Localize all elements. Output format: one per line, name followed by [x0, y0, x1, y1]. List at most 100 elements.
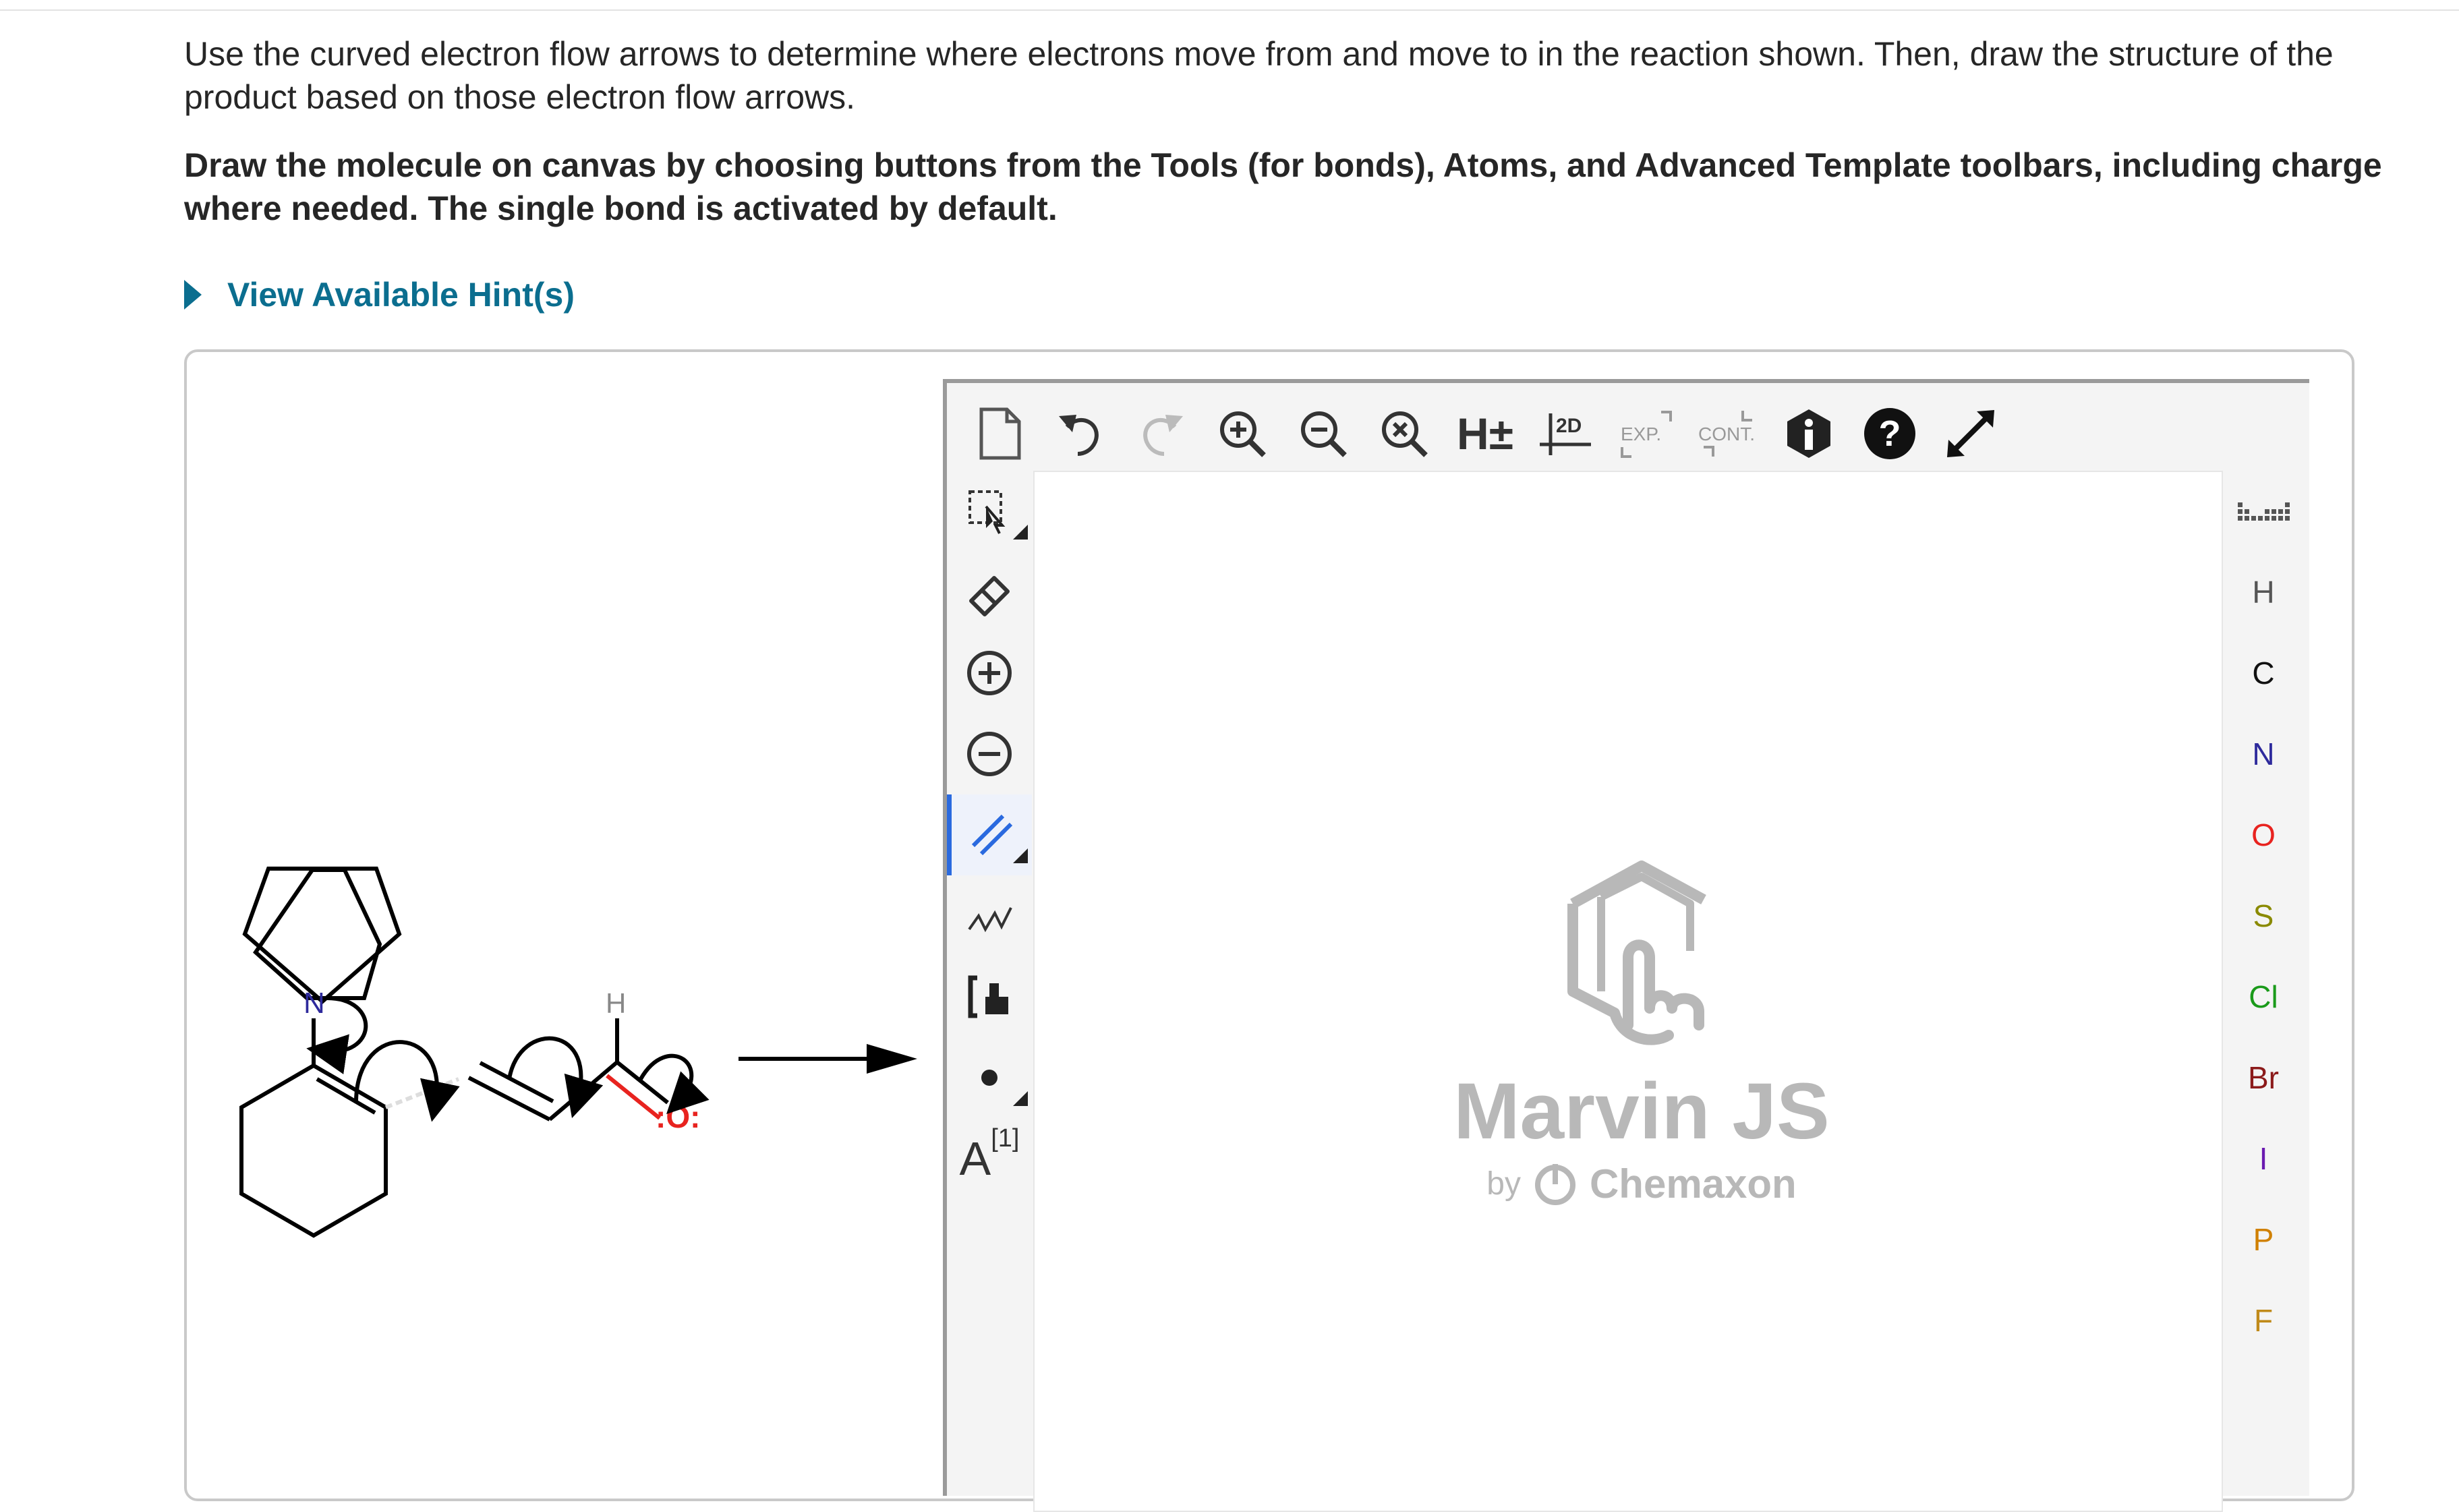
- new-document-icon: [979, 407, 1021, 460]
- minus-charge-icon: [967, 732, 1012, 776]
- atom-button-c[interactable]: C: [2223, 633, 2304, 714]
- zoom-in-button[interactable]: [1202, 397, 1283, 471]
- atom-label-f: F: [2253, 1303, 2274, 1338]
- svg-text:CONT.: CONT.: [1698, 424, 1755, 444]
- drawing-canvas[interactable]: Marvin JS by Chemaxon: [1033, 471, 2223, 1512]
- alkene-bond-1: [467, 1076, 551, 1122]
- help-button[interactable]: ?: [1849, 397, 1930, 471]
- clean-2d-icon: 2D: [1540, 413, 1591, 455]
- redo-icon: [1143, 415, 1183, 456]
- chain-tool-button[interactable]: [947, 875, 1032, 956]
- expand-triangle-icon: [184, 280, 202, 310]
- view-hints-toggle[interactable]: View Available Hint(s): [184, 271, 575, 318]
- chemaxon-byline: by Chemaxon: [1433, 1160, 1851, 1207]
- atom-label-p: P: [2253, 1222, 2274, 1257]
- alkene-bond-2: [479, 1061, 554, 1103]
- marvin-title: Marvin JS: [1453, 1067, 1830, 1156]
- zoom-reset-icon: [1382, 411, 1428, 457]
- atom-label-i: I: [2259, 1141, 2268, 1176]
- hydrogen-label: H: [606, 987, 626, 1019]
- chemaxon-logo-icon: [1534, 1164, 1575, 1205]
- atom-button-f[interactable]: F: [2223, 1280, 2304, 1361]
- redo-button[interactable]: [1121, 397, 1202, 471]
- svg-text:EXP.: EXP.: [1621, 424, 1661, 444]
- undo-button[interactable]: [1040, 397, 1121, 471]
- oxygen-label: :O:: [656, 1099, 700, 1134]
- submenu-indicator-icon: [1013, 848, 1028, 863]
- atom-map-letter: A: [959, 1132, 991, 1185]
- view-hints-link: View Available Hint(s): [227, 276, 575, 314]
- atom-label-h: H: [2252, 575, 2275, 610]
- atom-button-h[interactable]: H: [2223, 552, 2304, 633]
- positive-charge-button[interactable]: [947, 633, 1032, 714]
- cyclohexene-ring: [239, 1063, 388, 1238]
- atom-button-p[interactable]: P: [2223, 1199, 2304, 1280]
- expand-group-icon: EXP.: [1621, 411, 1672, 458]
- plus-charge-icon: [967, 651, 1012, 695]
- chemaxon-label: Chemaxon: [1589, 1161, 1797, 1206]
- submenu-indicator-icon: [1013, 525, 1028, 540]
- question-instructions: Use the curved electron flow arrows to d…: [184, 35, 2334, 116]
- selection-icon: [968, 490, 1006, 534]
- bracket-icon: [968, 975, 1008, 1018]
- clean-2d-button[interactable]: 2D: [1526, 397, 1607, 471]
- curved-arrow-carbonyl: [639, 1053, 710, 1114]
- atoms-toolbar: H C N O S Cl Br I P F: [2223, 471, 2304, 1361]
- undo-icon: [1059, 415, 1099, 456]
- carbonyl-bond-1: [616, 1060, 669, 1105]
- periodic-table-button[interactable]: [2223, 471, 2304, 552]
- atom-button-cl[interactable]: Cl: [2223, 956, 2304, 1037]
- marvin-watermark: Marvin JS by Chemaxon: [1433, 856, 1851, 1234]
- radical-tool-button[interactable]: [947, 1037, 1032, 1118]
- eraser-icon: [969, 576, 1010, 616]
- atom-button-n[interactable]: N: [2223, 714, 2304, 794]
- left-toolbar: A[1]: [947, 471, 1032, 1199]
- atom-map-superscript: [1]: [991, 1124, 1020, 1153]
- contract-group-button[interactable]: CONT.: [1687, 397, 1768, 471]
- hydrogen-toggle-icon: H±: [1457, 409, 1513, 459]
- top-divider: [0, 9, 2459, 11]
- atom-label-cl: Cl: [2249, 979, 2278, 1014]
- marvin-editor: H± 2D EXP. CONT. ? A[1] Marvin JS by Che…: [943, 379, 2309, 1512]
- new-document-button[interactable]: [959, 397, 1040, 471]
- zoom-out-button[interactable]: [1283, 397, 1364, 471]
- zoom-reset-button[interactable]: [1364, 397, 1445, 471]
- info-icon: [1787, 409, 1830, 458]
- atom-label-br: Br: [2248, 1060, 2279, 1095]
- by-label: by: [1486, 1165, 1521, 1202]
- atom-button-s[interactable]: S: [2223, 875, 2304, 956]
- atom-button-i[interactable]: I: [2223, 1118, 2304, 1199]
- reaction-arrowhead: [867, 1044, 917, 1074]
- help-icon: ?: [1864, 408, 1915, 459]
- selection-tool-button[interactable]: [947, 471, 1032, 552]
- hydrogen-toggle-button[interactable]: H±: [1445, 397, 1526, 471]
- atom-button-br[interactable]: Br: [2223, 1037, 2304, 1118]
- fullscreen-button[interactable]: [1930, 397, 2011, 471]
- zoom-out-icon: [1301, 411, 1347, 457]
- atom-label-s: S: [2253, 898, 2274, 933]
- periodic-table-icon: [2237, 502, 2290, 521]
- svg-text:?: ?: [1879, 413, 1901, 454]
- radical-icon: [981, 1070, 997, 1086]
- expand-group-button[interactable]: EXP.: [1607, 397, 1687, 471]
- reaction-scheme: N H :O:: [239, 867, 917, 1238]
- info-button[interactable]: [1768, 397, 1849, 471]
- forming-bond: [384, 1077, 460, 1109]
- zoom-in-icon: [1220, 411, 1266, 457]
- bond-tool-button[interactable]: [947, 794, 1032, 875]
- single-bond: [548, 1060, 618, 1122]
- marvin-logo-icon: [1567, 861, 1706, 1045]
- curved-arrow-alkene: [507, 1036, 604, 1118]
- negative-charge-button[interactable]: [947, 714, 1032, 794]
- submenu-indicator-icon: [1013, 1091, 1028, 1106]
- svg-text:2D: 2D: [1556, 415, 1582, 437]
- atom-label-c: C: [2252, 656, 2275, 691]
- chain-icon: [968, 907, 1012, 933]
- eraser-tool-button[interactable]: [947, 552, 1032, 633]
- atom-map-button[interactable]: A[1]: [947, 1118, 1032, 1199]
- bracket-tool-button[interactable]: [947, 956, 1032, 1037]
- pyrrolidine-ring: [253, 868, 382, 1000]
- atom-label-n: N: [2252, 736, 2275, 772]
- atom-label-o: O: [2251, 817, 2276, 852]
- atom-button-o[interactable]: O: [2223, 794, 2304, 875]
